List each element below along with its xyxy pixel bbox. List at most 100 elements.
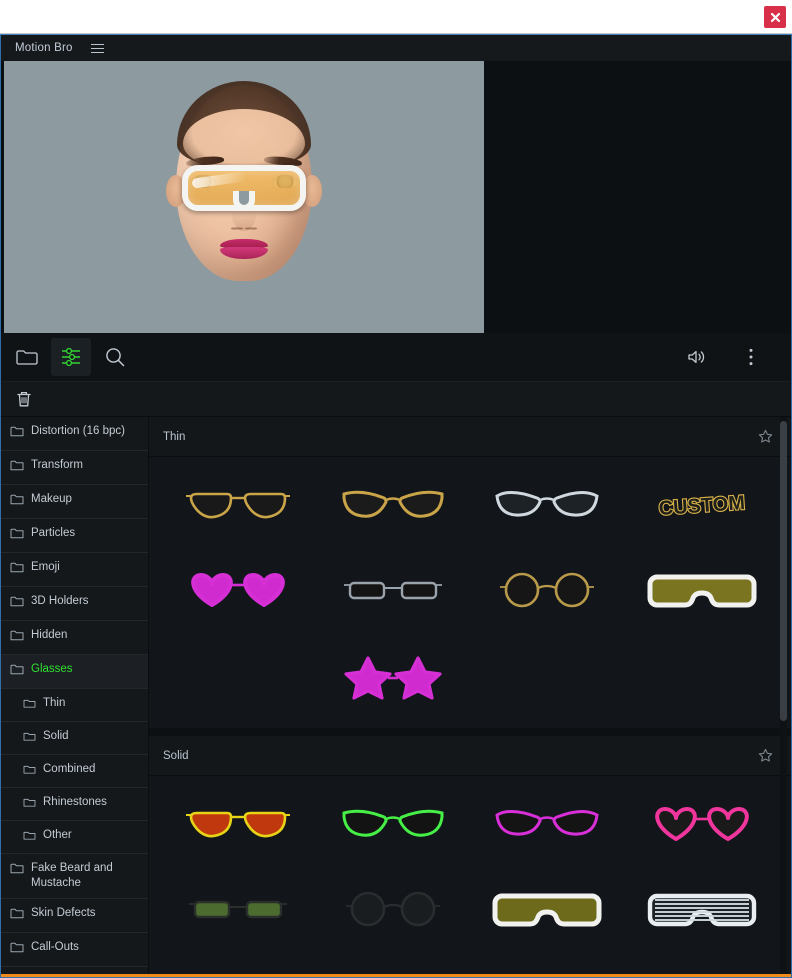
sidebar-item-label: Fake Beard and Mustache: [31, 862, 113, 889]
folder-icon: [10, 630, 24, 647]
panel-titlebar: Motion Bro: [1, 35, 791, 61]
panel-title: Motion Bro: [15, 42, 73, 54]
sidebar-item-makeup[interactable]: Makeup: [1, 485, 148, 519]
preset-thumbnail-square-yellow[interactable]: [161, 633, 316, 718]
sidebar-item-label: Transform: [31, 459, 83, 471]
preview-applied-glasses: [182, 165, 306, 211]
folder-icon: [10, 863, 24, 880]
preset-thumbnail-cateye-magenta[interactable]: [470, 782, 625, 867]
panel-toolbar: [1, 333, 791, 382]
preset-thumbnail-aviator-gold[interactable]: [161, 463, 316, 548]
extension-panel: Motion Bro Distortion (16 bpc) Transform…: [0, 34, 792, 978]
sidebar-item-3d-holders[interactable]: 3D Holders: [1, 587, 148, 621]
category-sidebar[interactable]: Distortion (16 bpc) Transform Makeup Partic…: [1, 417, 149, 977]
folder-icon: [10, 664, 24, 681]
sidebar-item-label: 3D Holders: [31, 595, 89, 607]
sidebar-item-combined[interactable]: Combined: [1, 755, 148, 788]
sidebar-item-rhinestones[interactable]: Rhinestones: [1, 788, 148, 821]
close-icon[interactable]: [764, 6, 786, 28]
preset-thumbnail-visor-white-olive[interactable]: [625, 548, 780, 633]
section-header: Solid: [149, 736, 791, 776]
folder-icon: [23, 764, 36, 780]
preset-thumbnail-round-gold[interactable]: [470, 548, 625, 633]
preset-thumbnail-shutter-white[interactable]: [625, 867, 780, 952]
sidebar-item-label: Distortion (16 bpc): [31, 425, 125, 437]
sidebar-item-fake-beard-and-mustache[interactable]: Fake Beard and Mustache: [1, 854, 148, 899]
folder-icon[interactable]: [7, 338, 47, 376]
section-separator: [149, 728, 791, 736]
speaker-icon[interactable]: [677, 338, 717, 376]
sidebar-item-label: Hidden: [31, 629, 68, 641]
host-window-strip: [0, 0, 792, 34]
sidebar-item-glasses[interactable]: Glasses: [1, 655, 148, 689]
sidebar-item-label: Thin: [43, 697, 66, 709]
preset-thumbnail-custom-text[interactable]: CUSTOM: [625, 463, 780, 548]
sidebar-item-other[interactable]: Other: [1, 821, 148, 854]
folder-icon: [10, 942, 24, 959]
preview-face-image: [160, 79, 328, 315]
sidebar-item-label: Emoji: [31, 561, 60, 573]
preset-grid-area[interactable]: Thin CUSTOM Solid: [149, 417, 791, 977]
sidebar-item-label: Glasses: [31, 663, 73, 675]
preset-thumbnail-butterfly-green[interactable]: [316, 782, 471, 867]
panel-body: Distortion (16 bpc) Transform Makeup Partic…: [1, 417, 791, 977]
section-header: Thin: [149, 417, 791, 457]
folder-icon: [23, 830, 36, 846]
sidebar-item-label: Rhinestones: [43, 796, 107, 808]
folder-icon: [10, 494, 24, 511]
folder-icon: [10, 562, 24, 579]
folder-icon: [23, 731, 36, 747]
folder-icon: [10, 596, 24, 613]
trash-icon[interactable]: [15, 389, 33, 409]
vertical-scrollbar[interactable]: [780, 421, 787, 721]
sidebar-item-label: Particles: [31, 527, 76, 539]
preset-thumbnail-cateye-silver[interactable]: [470, 463, 625, 548]
sidebar-item-thin[interactable]: Thin: [1, 689, 148, 722]
bottom-accent-bar: [1, 974, 791, 977]
sidebar-item-label: Skin Defects: [31, 907, 96, 919]
preset-thumbnail-heart-magenta[interactable]: [161, 548, 316, 633]
search-icon[interactable]: [95, 338, 135, 376]
sidebar-item-solid[interactable]: Solid: [1, 722, 148, 755]
sidebar-item-label: Other: [43, 829, 72, 841]
star-outline-icon[interactable]: [758, 748, 773, 763]
section-title: Solid: [163, 749, 189, 762]
folder-icon: [10, 908, 24, 925]
sidebar-item-emoji[interactable]: Emoji: [1, 553, 148, 587]
folder-icon: [23, 797, 36, 813]
preview-canvas[interactable]: [4, 61, 484, 333]
sidebar-item-particles[interactable]: Particles: [1, 519, 148, 553]
sidebar-item-label: Solid: [43, 730, 69, 742]
preset-thumbnail-rectangle-black[interactable]: [316, 548, 471, 633]
sliders-icon[interactable]: [51, 338, 91, 376]
thumbnail-grid: CUSTOM: [149, 457, 791, 728]
folder-icon: [10, 426, 24, 443]
preview-area: [1, 61, 791, 333]
sidebar-item-transform[interactable]: Transform: [1, 451, 148, 485]
svg-text:CUSTOM: CUSTOM: [658, 492, 746, 520]
sidebar-item-hidden[interactable]: Hidden: [1, 621, 148, 655]
preset-thumbnail-aviator-yellow-orange[interactable]: [161, 782, 316, 867]
star-outline-icon[interactable]: [758, 429, 773, 444]
sidebar-item-skin-defects[interactable]: Skin Defects: [1, 899, 148, 933]
section-title: Thin: [163, 430, 186, 443]
sidebar-item-distortion-16-bpc[interactable]: Distortion (16 bpc): [1, 417, 148, 451]
preset-thumbnail-star-magenta[interactable]: [316, 633, 471, 718]
thumbnail-grid: [149, 776, 791, 977]
preset-thumbnail-round-dark[interactable]: [316, 867, 471, 952]
preset-thumbnail-rectangle-green-dark[interactable]: [161, 867, 316, 952]
sidebar-item-label: Makeup: [31, 493, 72, 505]
motion-bro-panel-screenshot: Motion Bro Distortion (16 bpc) Transform…: [0, 0, 792, 978]
action-row: [1, 382, 791, 417]
sidebar-item-label: Call-Outs: [31, 941, 79, 953]
folder-icon: [10, 460, 24, 477]
sidebar-item-label: Combined: [43, 763, 96, 775]
preset-thumbnail-butterfly-gold[interactable]: [316, 463, 471, 548]
more-vertical-icon[interactable]: [731, 338, 771, 376]
folder-icon: [23, 698, 36, 714]
folder-icon: [10, 528, 24, 545]
preset-thumbnail-visor-white-olive-2[interactable]: [470, 867, 625, 952]
preset-thumbnail-heart-pink[interactable]: [625, 782, 780, 867]
sidebar-item-call-outs[interactable]: Call-Outs: [1, 933, 148, 967]
hamburger-icon[interactable]: [90, 43, 104, 53]
